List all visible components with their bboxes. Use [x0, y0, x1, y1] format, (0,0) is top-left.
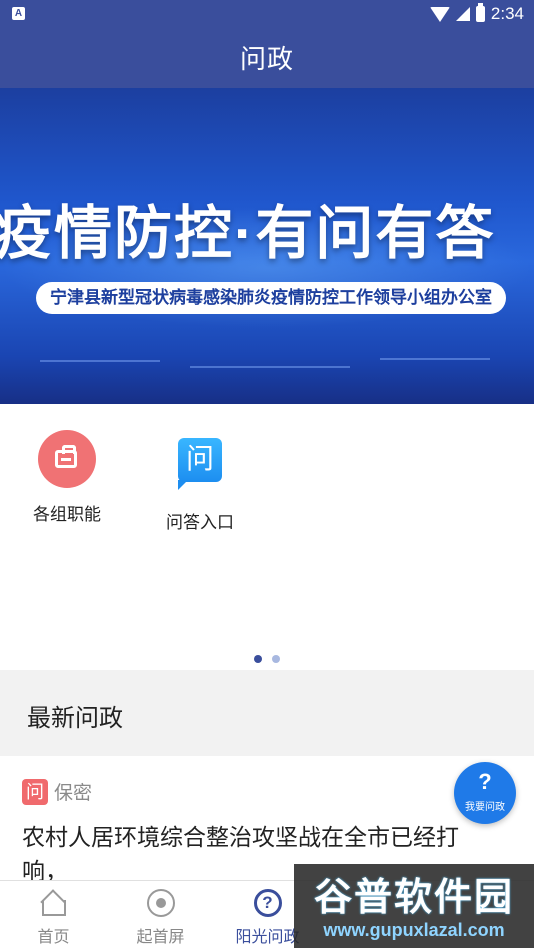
question-tag-icon: 问 [22, 778, 48, 805]
wifi-icon [429, 6, 450, 22]
page-dot [272, 655, 281, 663]
fab-label: 我要问政 [465, 802, 505, 813]
post-tag: 问 保密 [22, 778, 92, 805]
ask-question-button[interactable]: ? 我要问政 [454, 762, 516, 824]
quick-link-label: 问答入口 [166, 513, 234, 532]
status-bar: A 2:34 [0, 0, 534, 28]
status-indicators: 2:34 [429, 3, 524, 24]
page-indicator [0, 650, 534, 668]
watermark-text: 谷普软件园 [313, 877, 514, 919]
post-privacy-label: 保密 [54, 783, 93, 804]
quick-link-qa-entry[interactable]: 问 问答入口 [145, 430, 255, 533]
question-chat-icon: ? [478, 769, 492, 794]
banner-carousel[interactable]: 疫情防控·有问有答 宁津县新型冠状病毒感染肺炎疫情防控工作领导小组办公室 [0, 88, 534, 404]
home-icon [38, 887, 70, 919]
banner-subtitle: 宁津县新型冠状病毒感染肺炎疫情防控工作领导小组办公室 [36, 282, 506, 314]
watermark-url: www.gupuxlazal.com [323, 920, 505, 940]
quick-links-grid: 各组职能 问 问答入口 [0, 404, 534, 670]
section-title: 最新问政 [27, 705, 123, 732]
tab-label: 起首屏 [136, 929, 185, 946]
quick-link-label: 各组职能 [33, 505, 101, 524]
battery-icon [475, 3, 485, 22]
banner-decoration [0, 356, 534, 376]
quick-link-group-functions[interactable]: 各组职能 [12, 430, 122, 525]
question-bubble-icon: 问 [171, 438, 229, 496]
briefcase-icon [38, 430, 96, 488]
tab-label: 首页 [37, 929, 70, 946]
latest-section-header: 最新问政 [0, 670, 534, 756]
question-circle-icon: ? [252, 887, 284, 919]
signal-icon [455, 7, 470, 21]
site-watermark: 谷普软件园 www.gupuxlazal.com [294, 864, 534, 948]
atom-icon [145, 887, 177, 919]
tab-launch-screen[interactable]: 起首屏 [107, 881, 214, 949]
page-dot-active [253, 655, 262, 663]
banner-headline: 疫情防控·有问有答 [0, 201, 496, 266]
app-notification-icon: A [12, 7, 25, 20]
status-time: 2:34 [490, 4, 524, 23]
tab-home[interactable]: 首页 [0, 881, 107, 949]
page-title: 问政 [0, 28, 534, 88]
